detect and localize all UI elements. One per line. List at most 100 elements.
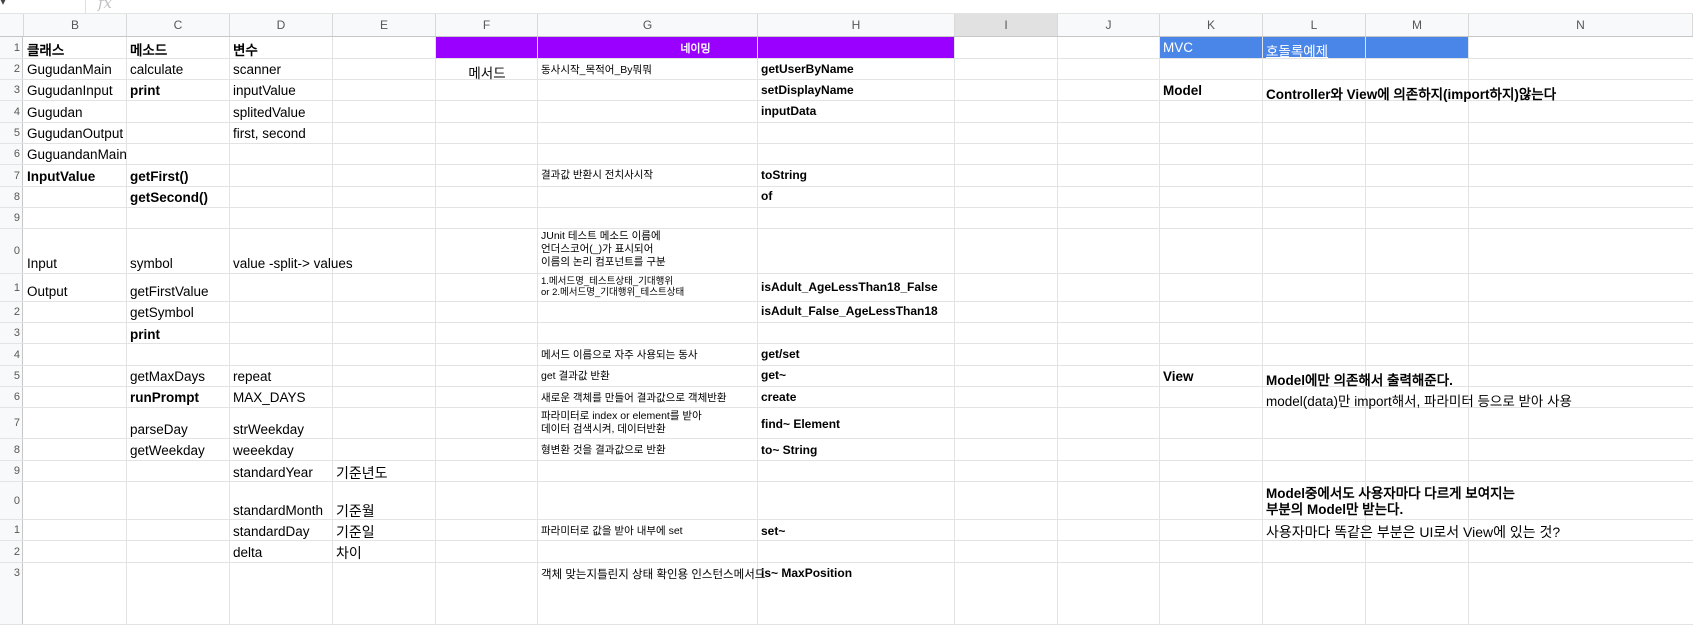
cell-g17[interactable]: 파라미터로 index or element를 받아 데이터 검색시켜, 데이터…	[541, 410, 702, 436]
cell-b4[interactable]: Gugudan	[27, 105, 83, 120]
column-header-i[interactable]: I	[955, 14, 1058, 36]
cell-d18[interactable]: weeekday	[233, 443, 294, 458]
cell-b7[interactable]: InputValue	[27, 169, 95, 184]
cell-c1[interactable]: 메소드	[130, 39, 167, 59]
row-number[interactable]: 0	[0, 482, 23, 519]
cell-d20[interactable]: standardMonth	[233, 503, 323, 518]
cell-g11[interactable]: 1.메서드명_테스트상태_기대행위 or 2.메서드명_기대행위_테스트상태	[541, 276, 684, 298]
cell-f2[interactable]: 메서드	[436, 62, 538, 82]
cell-l20[interactable]: Model중에서도 사용자마다 다르게 보여지는 부분의 Model만 받는다.	[1266, 486, 1515, 518]
cell-h12[interactable]: isAdult_False_AgeLessThan18	[761, 304, 938, 318]
row-number[interactable]: 3	[0, 563, 23, 624]
row-number[interactable]: 0	[0, 229, 23, 273]
column-header-b[interactable]: B	[24, 14, 127, 36]
cell-c15[interactable]: getMaxDays	[130, 369, 205, 384]
cell-d10[interactable]: value -split-> values	[233, 256, 353, 271]
cell-d22[interactable]: delta	[233, 545, 262, 560]
cell-l21[interactable]: 사용자마다 똑같은 부분은 UI로서 View에 있는 것?	[1266, 522, 1560, 542]
cell-b1[interactable]: 클래스	[27, 39, 64, 59]
column-header-l[interactable]: L	[1263, 14, 1366, 36]
cell-h15[interactable]: get~	[761, 368, 786, 382]
cell-naming-header[interactable]: 네이밍	[436, 40, 955, 56]
cell-d21[interactable]: standardDay	[233, 524, 310, 539]
row-number[interactable]: 5	[0, 366, 23, 386]
row-number[interactable]: 8	[0, 187, 23, 207]
row-number[interactable]: 5	[0, 123, 23, 143]
cell-d15[interactable]: repeat	[233, 369, 271, 384]
row-number[interactable]: 4	[0, 101, 23, 122]
cell-d16[interactable]: MAX_DAYS	[233, 390, 306, 405]
column-header-n[interactable]: N	[1469, 14, 1693, 36]
cell-h11[interactable]: isAdult_AgeLessThan18_False	[761, 280, 938, 294]
cell-g2[interactable]: 동사시작_목적어_By뭐뭐	[541, 62, 652, 77]
name-box[interactable]: ▾	[0, 0, 80, 12]
cell-h8[interactable]: of	[761, 189, 772, 203]
row-number[interactable]: 1	[0, 37, 23, 58]
column-header-d[interactable]: D	[230, 14, 333, 36]
row-number[interactable]: 2	[0, 541, 23, 562]
cell-k15[interactable]: View	[1163, 369, 1194, 384]
cell-c7[interactable]: getFirst()	[130, 169, 189, 184]
cell-c18[interactable]: getWeekday	[130, 443, 205, 458]
cell-h18[interactable]: to~ String	[761, 443, 817, 457]
cell-h3[interactable]: setDisplayName	[761, 83, 854, 97]
cell-g15[interactable]: get 결과값 반환	[541, 368, 610, 383]
row-number[interactable]: 1	[0, 274, 23, 301]
cell-g23[interactable]: 객체 맞는지틀린지 상태 확인용 인스턴스메서드	[541, 566, 765, 582]
column-header-m[interactable]: M	[1366, 14, 1469, 36]
cell-b5[interactable]: GugudanOutput	[27, 126, 123, 141]
cell-c2[interactable]: calculate	[130, 62, 183, 77]
row-number[interactable]: 2	[0, 302, 23, 322]
cell-e21[interactable]: 기준일	[336, 522, 375, 542]
row-number[interactable]: 9	[0, 461, 23, 481]
cell-c10[interactable]: symbol	[130, 256, 173, 271]
cell-d4[interactable]: splitedValue	[233, 105, 306, 120]
row-number[interactable]: 7	[0, 408, 23, 438]
row-number[interactable]: 9	[0, 208, 23, 228]
row-number[interactable]: 1	[0, 520, 23, 540]
column-header-e[interactable]: E	[333, 14, 436, 36]
cell-h4[interactable]: inputData	[761, 104, 816, 118]
cell-h21[interactable]: set~	[761, 524, 785, 538]
cell-e19[interactable]: 기준년도	[336, 463, 388, 483]
cell-g10[interactable]: JUnit 테스트 메소드 이름에 언더스코어(_)가 표시되어 이름의 논리 …	[541, 230, 666, 269]
cell-l15[interactable]: Model에만 의존해서 출력해준다.	[1266, 369, 1453, 389]
column-header-k[interactable]: K	[1160, 14, 1263, 36]
row-number[interactable]: 2	[0, 59, 23, 79]
row-number[interactable]: 3	[0, 323, 23, 343]
column-header-j[interactable]: J	[1058, 14, 1160, 36]
cell-c17[interactable]: parseDay	[130, 422, 188, 437]
cell-d1[interactable]: 변수	[233, 39, 258, 59]
column-header-c[interactable]: C	[127, 14, 230, 36]
cell-e20[interactable]: 기준월	[336, 501, 375, 521]
cell-c13[interactable]: print	[130, 327, 160, 342]
cell-h23[interactable]: is~ MaxPosition	[761, 566, 852, 580]
cell-l3[interactable]: Controller와 View에 의존하지(import하지)않는다	[1266, 83, 1556, 103]
column-header-h[interactable]: H	[758, 14, 955, 36]
cell-k1[interactable]: MVC	[1163, 40, 1193, 55]
cell-c3[interactable]: print	[130, 83, 160, 98]
cell-b11[interactable]: Output	[27, 284, 68, 299]
cell-e22[interactable]: 차이	[336, 543, 362, 563]
row-number[interactable]: 6	[0, 144, 23, 164]
cell-grid[interactable]: 1 2 3 4 5 6 7 8 9 0 1 2 3 4 5 6 7 8 9 0 …	[0, 37, 1693, 625]
cell-c16[interactable]: runPrompt	[130, 390, 199, 405]
cell-d3[interactable]: inputValue	[233, 83, 296, 98]
cell-h7[interactable]: toString	[761, 168, 807, 182]
cell-g18[interactable]: 형변환 것을 결과값으로 반환	[541, 442, 666, 457]
cell-d17[interactable]: strWeekday	[233, 422, 304, 437]
cell-h16[interactable]: create	[761, 390, 796, 404]
cell-b6[interactable]: GuguandanMain	[27, 147, 127, 162]
cell-h17[interactable]: find~ Element	[761, 417, 840, 431]
row-number[interactable]: 6	[0, 387, 23, 407]
column-header-f[interactable]: F	[436, 14, 538, 36]
cell-d19[interactable]: standardYear	[233, 465, 313, 480]
cell-c12[interactable]: getSymbol	[130, 305, 194, 320]
column-header-g[interactable]: G	[538, 14, 758, 36]
cell-l16[interactable]: model(data)만 import해서, 파라미터 등으로 받아 사용	[1266, 390, 1572, 410]
cell-b2[interactable]: GugudanMain	[27, 62, 112, 77]
row-number[interactable]: 7	[0, 165, 23, 186]
cell-c8[interactable]: getSecond()	[130, 190, 208, 205]
cell-h14[interactable]: get/set	[761, 347, 800, 361]
cell-g7[interactable]: 결과값 반환시 전치사시작	[541, 167, 653, 182]
